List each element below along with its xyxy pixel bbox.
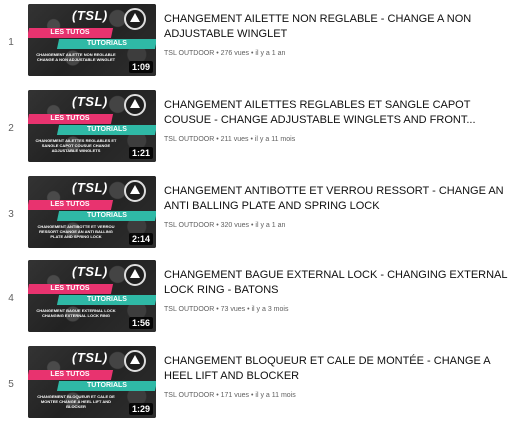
video-thumbnail[interactable]: (TSL) LES TUTOS TUTORIALS CHANGEMENT BAG… bbox=[28, 260, 156, 332]
brand-logo: (TSL) bbox=[72, 350, 108, 365]
video-title[interactable]: CHANGEMENT BLOQUEUR ET CALE DE MONTÉE - … bbox=[164, 354, 520, 384]
duration-badge: 1:29 bbox=[128, 403, 153, 415]
video-title[interactable]: CHANGEMENT BAGUE EXTERNAL LOCK - CHANGIN… bbox=[164, 268, 520, 298]
playlist-item[interactable]: 4 (TSL) LES TUTOS TUTORIALS CHANGEMENT B… bbox=[0, 260, 522, 338]
thumbnail-band-teal: TUTORIALS bbox=[56, 125, 156, 135]
thumbnail-band-pink: LES TUTOS bbox=[28, 284, 114, 294]
item-index: 4 bbox=[8, 293, 14, 304]
brand-logo: (TSL) bbox=[72, 180, 108, 195]
thumbnail-band-teal: TUTORIALS bbox=[56, 39, 156, 49]
brand-logo: (TSL) bbox=[72, 8, 108, 23]
duration-badge: 1:56 bbox=[128, 317, 153, 329]
mountain-badge-icon bbox=[124, 94, 146, 116]
thumbnail-band-pink: LES TUTOS bbox=[28, 200, 114, 210]
item-index: 2 bbox=[8, 123, 14, 134]
thumbnail-caption: CHANGEMENT ANTIBOTTE ET VERROU RESSORT C… bbox=[37, 224, 115, 239]
video-info: CHANGEMENT BAGUE EXTERNAL LOCK - CHANGIN… bbox=[164, 268, 520, 314]
mountain-badge-icon bbox=[124, 350, 146, 372]
video-info: CHANGEMENT ANTIBOTTE ET VERROU RESSORT -… bbox=[164, 184, 520, 230]
playlist: 1 (TSL) LES TUTOS TUTORIALS CHANGEMENT A… bbox=[0, 0, 522, 423]
thumbnail-caption: CHANGEMENT AILETTES REGLABLES ET SANGLE … bbox=[35, 138, 117, 153]
video-meta: TSL OUTDOOR • 320 vues • il y a 1 an bbox=[164, 222, 286, 229]
thumbnail-band-teal: TUTORIALS bbox=[56, 295, 156, 305]
video-title[interactable]: CHANGEMENT AILETTES REGLABLES ET SANGLE … bbox=[164, 98, 520, 128]
video-thumbnail[interactable]: (TSL) LES TUTOS TUTORIALS CHANGEMENT AIL… bbox=[28, 4, 156, 76]
video-info: CHANGEMENT AILETTE NON REGLABLE - CHANGE… bbox=[164, 12, 520, 58]
brand-logo: (TSL) bbox=[72, 94, 108, 109]
brand-logo: (TSL) bbox=[72, 264, 108, 279]
mountain-badge-icon bbox=[124, 264, 146, 286]
item-index: 3 bbox=[8, 209, 14, 220]
playlist-item[interactable]: 1 (TSL) LES TUTOS TUTORIALS CHANGEMENT A… bbox=[0, 4, 522, 82]
playlist-item[interactable]: 5 (TSL) LES TUTOS TUTORIALS CHANGEMENT B… bbox=[0, 346, 522, 423]
mountain-badge-icon bbox=[124, 180, 146, 202]
mountain-badge-icon bbox=[124, 8, 146, 30]
video-info: CHANGEMENT AILETTES REGLABLES ET SANGLE … bbox=[164, 98, 520, 144]
playlist-item[interactable]: 3 (TSL) LES TUTOS TUTORIALS CHANGEMENT A… bbox=[0, 176, 522, 254]
duration-badge: 1:21 bbox=[128, 147, 153, 159]
video-meta: TSL OUTDOOR • 211 vues • il y a 11 mois bbox=[164, 136, 296, 143]
item-index: 5 bbox=[8, 379, 14, 390]
thumbnail-band-pink: LES TUTOS bbox=[28, 370, 114, 380]
thumbnail-caption: CHANGEMENT AILETTE NON REGLABLE CHANGE A… bbox=[36, 52, 116, 62]
item-index: 1 bbox=[8, 37, 14, 48]
thumbnail-band-pink: LES TUTOS bbox=[28, 114, 114, 124]
duration-badge: 2:14 bbox=[128, 233, 153, 245]
thumbnail-band-pink: LES TUTOS bbox=[28, 28, 114, 38]
video-meta: TSL OUTDOOR • 73 vues • il y a 3 mois bbox=[164, 306, 289, 313]
thumbnail-band-teal: TUTORIALS bbox=[56, 381, 156, 391]
video-thumbnail[interactable]: (TSL) LES TUTOS TUTORIALS CHANGEMENT BLO… bbox=[28, 346, 156, 418]
thumbnail-band-teal: TUTORIALS bbox=[56, 211, 156, 221]
video-title[interactable]: CHANGEMENT ANTIBOTTE ET VERROU RESSORT -… bbox=[164, 184, 520, 214]
video-meta: TSL OUTDOOR • 171 vues • il y a 11 mois bbox=[164, 392, 296, 399]
video-title[interactable]: CHANGEMENT AILETTE NON REGLABLE - CHANGE… bbox=[164, 12, 520, 42]
video-info: CHANGEMENT BLOQUEUR ET CALE DE MONTÉE - … bbox=[164, 354, 520, 400]
duration-badge: 1:09 bbox=[128, 61, 153, 73]
thumbnail-caption: CHANGEMENT BLOQUEUR ET CALE DE MONTEE CH… bbox=[37, 394, 115, 409]
thumbnail-caption: CHANGEMENT BAGUE EXTERNAL LOCK CHANGING … bbox=[36, 308, 116, 318]
video-thumbnail[interactable]: (TSL) LES TUTOS TUTORIALS CHANGEMENT AIL… bbox=[28, 90, 156, 162]
playlist-item[interactable]: 2 (TSL) LES TUTOS TUTORIALS CHANGEMENT A… bbox=[0, 90, 522, 168]
video-thumbnail[interactable]: (TSL) LES TUTOS TUTORIALS CHANGEMENT ANT… bbox=[28, 176, 156, 248]
video-meta: TSL OUTDOOR • 276 vues • il y a 1 an bbox=[164, 50, 286, 57]
